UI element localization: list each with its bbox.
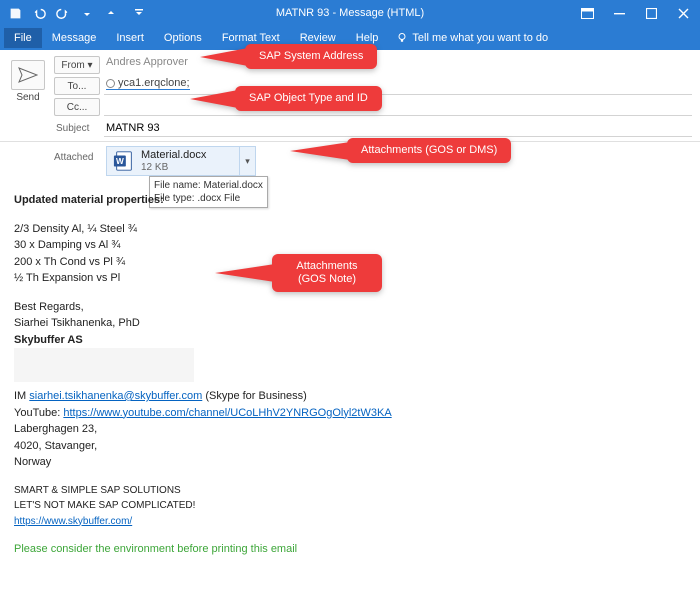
undo-icon[interactable] xyxy=(32,6,46,20)
quick-access-toolbar xyxy=(0,6,146,20)
from-value: Andres Approver xyxy=(104,56,692,74)
svg-text:W: W xyxy=(116,157,124,166)
tab-help[interactable]: Help xyxy=(346,28,389,48)
im-link[interactable]: siarhei.tsikhanenka@skybuffer.com xyxy=(29,390,202,402)
from-button[interactable]: From ▾ xyxy=(54,56,100,74)
body-regards: Best Regards, xyxy=(14,299,686,316)
body-company: Skybuffer AS xyxy=(14,332,686,349)
header-fields: From ▾ Andres Approver To... yca1.erqclo… xyxy=(54,56,692,137)
close-icon[interactable] xyxy=(676,6,690,20)
ribbon-tabs: File Message Insert Options Format Text … xyxy=(0,26,700,50)
title-bar: MATNR 93 - Message (HTML) xyxy=(0,0,700,26)
qat-prev-icon[interactable] xyxy=(80,6,94,20)
tab-format-text[interactable]: Format Text xyxy=(212,28,290,48)
to-recipient-chip[interactable]: yca1.erqclone; xyxy=(106,77,190,90)
maximize-icon[interactable] xyxy=(644,6,658,20)
body-line-4: ½ Th Expansion vs Pl xyxy=(14,270,686,287)
body-heading: Updated material properties: xyxy=(14,192,686,209)
tab-insert[interactable]: Insert xyxy=(106,28,154,48)
body-addr3: Norway xyxy=(14,454,686,471)
body-line-2: 30 x Damping vs Al ¾ xyxy=(14,237,686,254)
body-tagline-2: LET'S NOT MAKE SAP COMPLICATED! xyxy=(14,498,686,513)
tab-options[interactable]: Options xyxy=(154,28,212,48)
message-body[interactable]: Updated material properties: 2/3 Density… xyxy=(0,182,700,568)
to-button[interactable]: To... xyxy=(54,77,100,95)
tell-me-search[interactable]: Tell me what you want to do xyxy=(396,32,548,44)
body-youtube-line: YouTube: https://www.youtube.com/channel… xyxy=(14,405,686,422)
window-controls xyxy=(580,6,700,20)
tab-file[interactable]: File xyxy=(4,28,42,48)
word-doc-icon: W xyxy=(111,148,137,174)
attachment-dropdown[interactable]: ▾ xyxy=(239,146,255,176)
send-icon xyxy=(18,67,38,83)
subject-input[interactable] xyxy=(104,119,692,137)
cc-input[interactable] xyxy=(104,98,692,116)
to-input[interactable]: yca1.erqclone; xyxy=(104,77,692,95)
attached-label: Attached xyxy=(54,146,100,163)
attachment-name: Material.docx xyxy=(141,149,239,161)
youtube-link[interactable]: https://www.youtube.com/channel/UCoLHhV2… xyxy=(63,407,391,419)
qat-next-icon[interactable] xyxy=(104,6,118,20)
redacted-block xyxy=(14,348,194,382)
callout-attachments-gos: Attachments (GOS or DMS) xyxy=(290,138,511,163)
body-addr2: 4020, Stavanger, xyxy=(14,438,686,455)
send-button[interactable] xyxy=(11,60,45,90)
tab-review[interactable]: Review xyxy=(290,28,346,48)
bulb-icon xyxy=(396,32,408,44)
attachment-chip[interactable]: W Material.docx 12 KB ▾ xyxy=(106,146,256,176)
minimize-icon[interactable] xyxy=(612,6,626,20)
send-label: Send xyxy=(16,92,39,103)
cc-button[interactable]: Cc... xyxy=(54,98,100,116)
send-column: Send xyxy=(8,56,48,137)
body-addr1: Laberghagen 23, xyxy=(14,421,686,438)
body-environment: Please consider the environment before p… xyxy=(14,541,686,558)
qat-customize-icon[interactable] xyxy=(132,6,146,20)
save-icon[interactable] xyxy=(8,6,22,20)
body-im-line: IM siarhei.tsikhanenka@skybuffer.com (Sk… xyxy=(14,388,686,405)
ribbon-display-icon[interactable] xyxy=(580,6,594,20)
redo-icon[interactable] xyxy=(56,6,70,20)
subject-label: Subject xyxy=(54,119,100,137)
site-link[interactable]: https://www.skybuffer.com/ xyxy=(14,516,132,527)
attachment-size: 12 KB xyxy=(141,162,239,173)
attachment-area: Attached W Material.docx 12 KB ▾ File na… xyxy=(0,142,700,182)
body-sender-name: Siarhei Tsikhanenka, PhD xyxy=(14,315,686,332)
body-line-3: 200 x Th Cond vs Pl ¾ xyxy=(14,254,686,271)
tell-me-label: Tell me what you want to do xyxy=(412,32,548,44)
presence-icon xyxy=(106,79,115,88)
tab-message[interactable]: Message xyxy=(42,28,107,48)
message-header: Send From ▾ Andres Approver To... yca1.e… xyxy=(0,50,700,142)
body-tagline-1: SMART & SIMPLE SAP SOLUTIONS xyxy=(14,483,686,498)
body-line-1: 2/3 Density Al, ¼ Steel ¾ xyxy=(14,221,686,238)
